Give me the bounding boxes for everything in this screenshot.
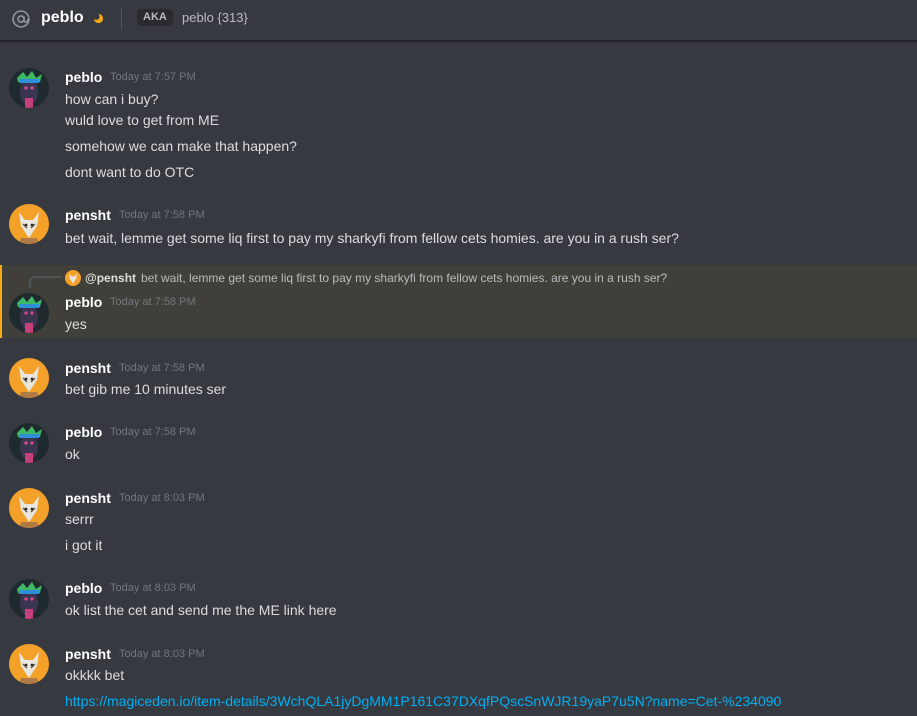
magiceden-link[interactable]: https://magiceden.io/item-details/3WchQL… <box>65 693 781 709</box>
message-text: serrr <box>65 511 94 527</box>
message-text: wuld love to get from ME <box>65 112 220 128</box>
message-text: yes <box>65 316 87 332</box>
message-author[interactable]: pensht <box>65 360 111 376</box>
message-timestamp: Today at 7:58 PM <box>110 426 196 438</box>
pensht-avatar-small[interactable] <box>65 270 81 286</box>
message-timestamp: Today at 7:58 PM <box>119 209 205 221</box>
message-author[interactable]: pensht <box>65 490 111 506</box>
message-author[interactable]: peblo <box>65 580 102 596</box>
idle-status-icon <box>93 13 104 24</box>
message-author[interactable]: pensht <box>65 207 111 223</box>
header-divider <box>121 8 122 30</box>
at-sign-icon <box>12 10 30 28</box>
channel-header: peblo AKA peblo {313} <box>0 0 917 41</box>
pensht-avatar[interactable] <box>9 644 49 684</box>
aka-names[interactable]: peblo {313} <box>182 10 248 25</box>
message-text: dont want to do OTC <box>65 164 195 180</box>
message-timestamp: Today at 7:58 PM <box>110 296 196 308</box>
peblo-avatar[interactable] <box>9 423 49 463</box>
pensht-avatar[interactable] <box>9 358 49 398</box>
peblo-avatar[interactable] <box>9 579 49 619</box>
pensht-avatar[interactable] <box>9 488 49 528</box>
message-author[interactable]: pensht <box>65 646 111 662</box>
peblo-avatar[interactable] <box>9 68 49 108</box>
aka-badge: AKA <box>137 9 173 26</box>
message-text: ok list the cet and send me the ME link … <box>65 602 337 618</box>
message-timestamp: Today at 8:03 PM <box>110 582 196 594</box>
message-text: i got it <box>65 537 103 553</box>
message-timestamp: Today at 7:58 PM <box>119 362 205 374</box>
message-timestamp: Today at 7:57 PM <box>110 71 196 83</box>
message-author[interactable]: peblo <box>65 69 102 85</box>
message-text: bet gib me 10 minutes ser <box>65 381 227 397</box>
channel-name: peblo <box>41 9 84 26</box>
message-text: bet wait, lemme get some liq first to pa… <box>65 230 679 246</box>
message-timestamp: Today at 8:03 PM <box>119 648 205 660</box>
reply-connector <box>29 276 62 288</box>
message-timestamp: Today at 8:03 PM <box>119 492 205 504</box>
reply-author[interactable]: @pensht <box>85 271 136 285</box>
message-author[interactable]: peblo <box>65 294 102 310</box>
message-text: okkkk bet <box>65 667 125 683</box>
message-text: somehow we can make that happen? <box>65 138 297 154</box>
peblo-avatar[interactable] <box>9 293 49 333</box>
pensht-avatar[interactable] <box>9 204 49 244</box>
message-text: ok <box>65 446 80 462</box>
message-author[interactable]: peblo <box>65 424 102 440</box>
message-text: how can i buy? <box>65 91 159 107</box>
reply-preview-text[interactable]: bet wait, lemme get some liq first to pa… <box>141 271 667 285</box>
